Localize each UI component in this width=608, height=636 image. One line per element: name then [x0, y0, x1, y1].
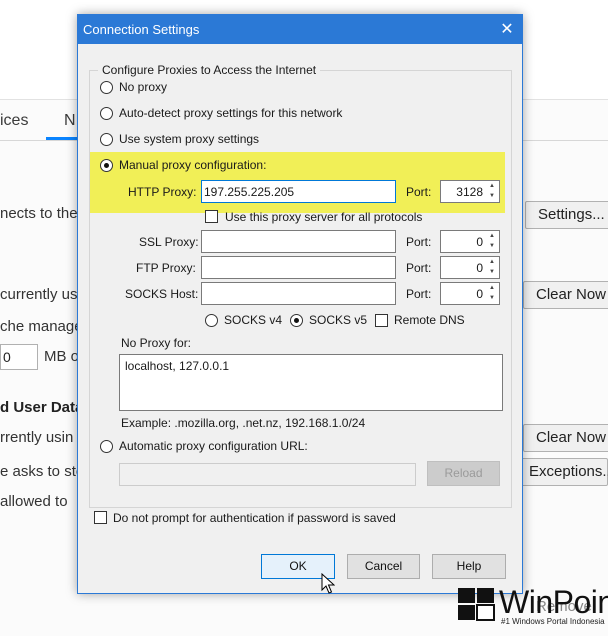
socks-v5-radio[interactable]	[290, 314, 303, 327]
auto-config-url-input[interactable]	[119, 463, 416, 486]
no-proxy-example: Example: .mozilla.org, .net.nz, 192.168.…	[121, 416, 366, 430]
watermark-tagline: #1 Windows Portal Indonesia	[501, 617, 605, 626]
use-for-all-checkbox[interactable]	[205, 210, 218, 223]
settings-button[interactable]: Settings...	[525, 201, 608, 229]
socks-v4-radio[interactable]	[205, 314, 218, 327]
socks-v5-label: SOCKS v5	[309, 313, 368, 327]
chevron-up-icon[interactable]: ▲	[489, 182, 495, 190]
chevron-down-icon[interactable]: ▼	[489, 268, 495, 276]
system-proxy-label: Use system proxy settings	[119, 132, 260, 146]
close-icon[interactable]: ✕	[492, 15, 522, 44]
chevron-down-icon[interactable]: ▼	[489, 242, 495, 250]
socks-port-label: Port:	[406, 287, 432, 301]
help-button[interactable]: Help	[432, 554, 506, 579]
http-proxy-input[interactable]: 197.255.225.205	[201, 180, 396, 203]
dialog-titlebar: Connection Settings ✕	[78, 15, 522, 44]
ssl-proxy-label: SSL Proxy:	[139, 235, 199, 249]
no-proxy-textarea[interactable]: localhost, 127.0.0.1	[119, 354, 503, 411]
use-for-all-label: Use this proxy server for all protocols	[225, 210, 423, 224]
mouse-cursor-icon	[321, 573, 335, 594]
offline-allowed-text: allowed to	[0, 493, 68, 510]
chevron-up-icon[interactable]: ▲	[489, 232, 495, 240]
cache-usage-text: currently usi	[0, 286, 81, 303]
clear-now-cache-button[interactable]: Clear Now	[523, 281, 608, 309]
exceptions-button[interactable]: Exceptions...	[516, 458, 608, 486]
auto-detect-radio[interactable]	[100, 107, 113, 120]
http-proxy-label: HTTP Proxy:	[128, 185, 197, 199]
chevron-up-icon[interactable]: ▲	[489, 284, 495, 292]
remote-dns-checkbox[interactable]	[375, 314, 388, 327]
ftp-proxy-input[interactable]	[201, 256, 396, 279]
offline-data-heading: d User Data	[0, 399, 84, 416]
watermark-name: WinPoin	[499, 584, 608, 620]
system-proxy-radio[interactable]	[100, 133, 113, 146]
chevron-up-icon[interactable]: ▲	[489, 258, 495, 266]
ssl-port-label: Port:	[406, 235, 432, 249]
http-port-stepper[interactable]: ▲ ▼	[488, 181, 498, 202]
clear-now-offline-button[interactable]: Clear Now	[523, 424, 608, 452]
chevron-down-icon[interactable]: ▼	[489, 294, 495, 302]
cache-management-text: che manage	[0, 318, 83, 335]
cancel-button[interactable]: Cancel	[347, 554, 420, 579]
no-proxy-for-label: No Proxy for:	[121, 336, 192, 350]
manual-proxy-radio[interactable]	[100, 159, 113, 172]
manual-proxy-label: Manual proxy configuration:	[119, 158, 267, 172]
socks-host-input[interactable]	[201, 282, 396, 305]
auto-config-url-radio[interactable]	[100, 440, 113, 453]
ftp-proxy-label: FTP Proxy:	[136, 261, 196, 275]
offline-ask-text: e asks to sto	[0, 463, 85, 480]
ssl-port-stepper[interactable]: ▲ ▼	[488, 231, 498, 252]
no-proxy-label: No proxy	[119, 80, 168, 94]
connection-description: nects to the	[0, 205, 78, 222]
no-proxy-radio[interactable]	[100, 81, 113, 94]
socks-v4-label: SOCKS v4	[224, 313, 283, 327]
reload-button[interactable]: Reload	[427, 461, 500, 486]
winpoin-watermark: WinPoin #1 Windows Portal Indonesia	[457, 584, 608, 636]
ssl-proxy-input[interactable]	[201, 230, 396, 253]
connection-settings-dialog: Connection Settings ✕ Configure Proxies …	[77, 14, 523, 594]
ftp-port-stepper[interactable]: ▲ ▼	[488, 257, 498, 278]
cache-size-stepper[interactable]: 0	[0, 344, 38, 370]
cache-size-value: 0	[3, 349, 11, 365]
chevron-down-icon[interactable]: ▼	[489, 192, 495, 200]
winpoin-logo-icon	[458, 588, 495, 621]
auto-detect-label: Auto-detect proxy settings for this netw…	[119, 106, 343, 120]
auto-config-url-label: Automatic proxy configuration URL:	[119, 439, 308, 453]
socks-host-label: SOCKS Host:	[125, 287, 199, 301]
ftp-port-label: Port:	[406, 261, 432, 275]
group-label: Configure Proxies to Access the Internet	[98, 63, 321, 77]
cache-unit-text: MB o	[44, 348, 80, 365]
dialog-title: Connection Settings	[83, 22, 200, 37]
no-auth-prompt-label: Do not prompt for authentication if pass…	[113, 511, 396, 525]
offline-usage-text: rrently usin	[0, 429, 74, 446]
socks-port-stepper[interactable]: ▲ ▼	[488, 283, 498, 304]
no-auth-prompt-checkbox[interactable]	[94, 511, 107, 524]
http-port-label: Port:	[406, 185, 432, 199]
tab-devices[interactable]: ices	[0, 100, 46, 140]
remote-dns-label: Remote DNS	[394, 313, 465, 327]
